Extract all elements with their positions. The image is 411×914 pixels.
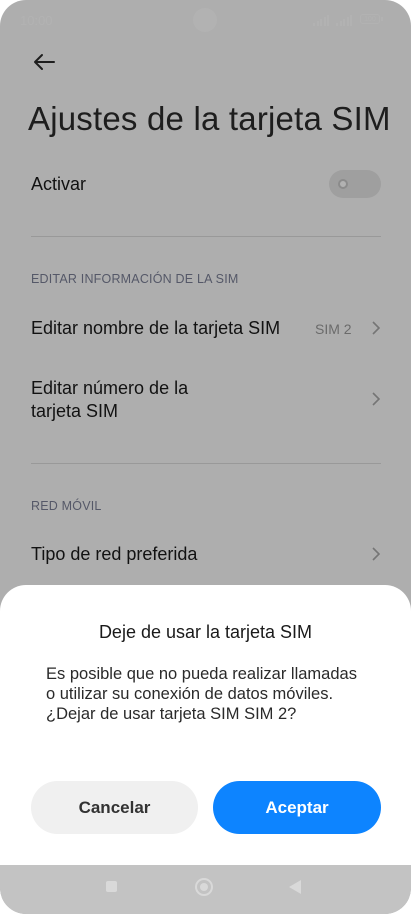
- accept-button[interactable]: Aceptar: [213, 781, 381, 834]
- nav-back-icon[interactable]: [289, 880, 301, 894]
- dialog-message: Es posible que no pueda realizar llamada…: [46, 665, 357, 723]
- phone-frame: 10:00 100 Ajustes de la tarjeta SIM Acti…: [0, 0, 411, 914]
- home-icon[interactable]: [195, 878, 213, 896]
- cancel-button[interactable]: Cancelar: [31, 781, 198, 834]
- screen: 10:00 100 Ajustes de la tarjeta SIM Acti…: [0, 0, 411, 914]
- dialog-title: Deje de usar la tarjeta SIM: [98, 622, 313, 642]
- recents-icon[interactable]: [106, 881, 117, 892]
